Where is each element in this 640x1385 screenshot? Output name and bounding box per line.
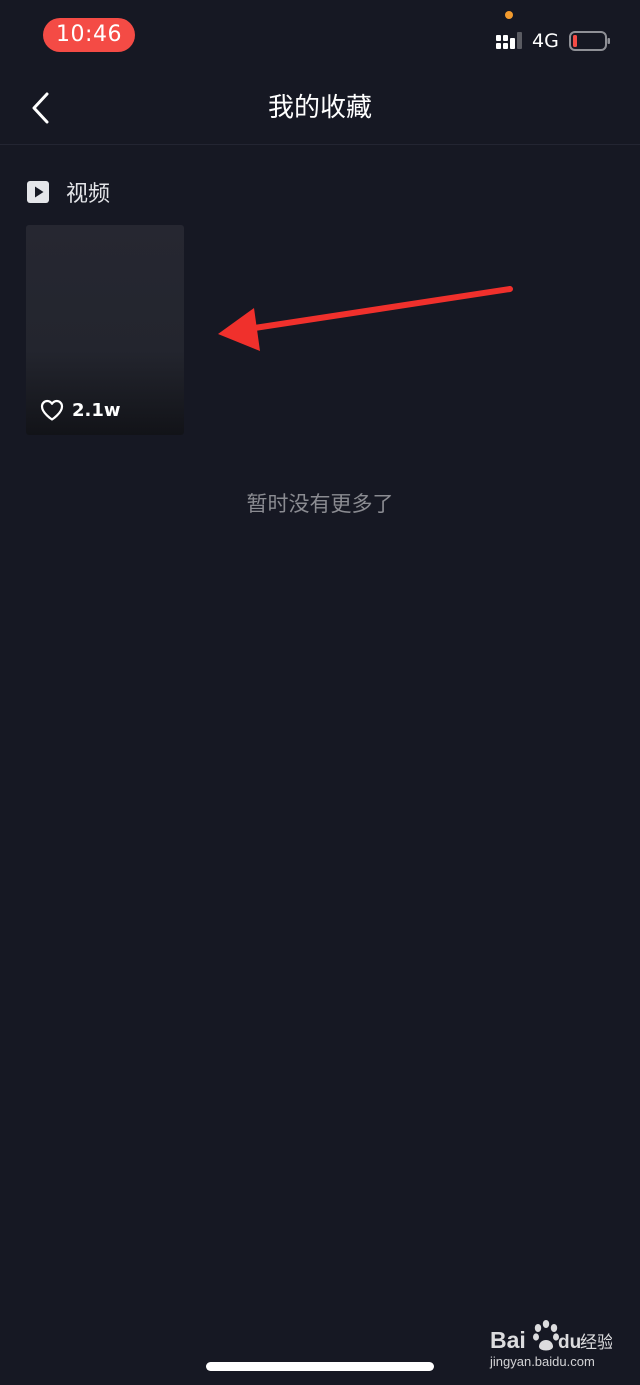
video-play-icon bbox=[27, 181, 49, 203]
network-type: 4G bbox=[532, 30, 559, 52]
watermark-brand: Bai bbox=[490, 1327, 526, 1353]
section-label: 视频 bbox=[66, 182, 111, 207]
no-more-message: 暂时没有更多了 bbox=[246, 492, 394, 516]
back-button[interactable] bbox=[18, 86, 62, 130]
baidu-paw-icon: Bai du 经验 jingyan.baidu.com bbox=[489, 1320, 614, 1369]
like-count: 2.1w bbox=[72, 399, 121, 421]
watermark-product: 经验 bbox=[580, 1333, 612, 1353]
home-indicator[interactable] bbox=[206, 1362, 434, 1371]
nav-bar: 我的收藏 bbox=[0, 72, 640, 145]
watermark-brand-suffix: du bbox=[558, 1332, 581, 1353]
section-header-videos: 视频 bbox=[26, 176, 110, 208]
status-time: 10:46 bbox=[43, 18, 135, 52]
watermark-url: jingyan.baidu.com bbox=[489, 1354, 595, 1369]
privacy-indicator-dot bbox=[505, 11, 513, 19]
video-card[interactable]: 2.1w bbox=[26, 225, 184, 435]
heart-outline-icon bbox=[40, 399, 64, 421]
baidu-jingyan-watermark: Bai du 经验 jingyan.baidu.com bbox=[488, 1316, 614, 1372]
cellular-signal-icon bbox=[496, 32, 522, 49]
like-count-row: 2.1w bbox=[40, 399, 121, 421]
page-title: 我的收藏 bbox=[267, 93, 372, 123]
chevron-left-icon bbox=[32, 92, 49, 124]
status-bar: 10:46 4G bbox=[0, 0, 640, 72]
red-arrow-annotation bbox=[218, 286, 513, 351]
battery-low-icon bbox=[569, 31, 610, 51]
